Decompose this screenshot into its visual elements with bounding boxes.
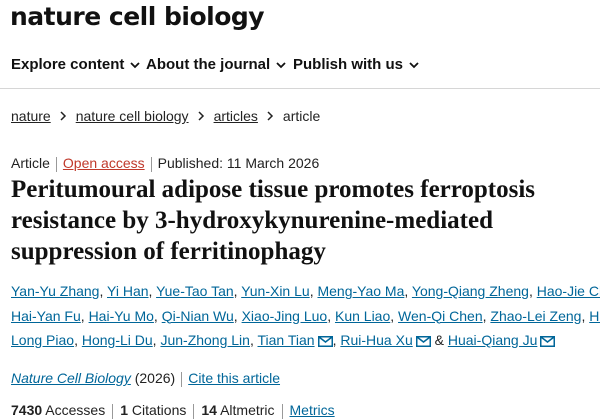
nav-publish-with-us[interactable]: Publish with us <box>293 56 419 73</box>
author-link[interactable]: Yong-Qiang Zheng <box>412 283 529 299</box>
chevron-down-icon <box>276 61 286 68</box>
chevron-right-icon <box>198 111 204 121</box>
author-link[interactable]: Yi Han <box>107 283 149 299</box>
author-link[interactable]: Qi-Nian Wu <box>162 308 234 324</box>
chevron-down-icon <box>409 61 419 68</box>
author-link[interactable]: Hai-Yan Fu <box>11 308 81 324</box>
accesses-count: 7430 <box>11 402 43 418</box>
citations-label: Citations <box>131 402 187 418</box>
title-line: resistance by 3-hydroxykynurenine-mediat… <box>11 207 493 234</box>
author-line: Yan-Yu Zhang, Yi Han, Yue-Tao Tan, Yun-X… <box>11 279 600 304</box>
nav-label: About the journal <box>146 56 271 73</box>
author-list: Yan-Yu Zhang, Yi Han, Yue-Tao Tan, Yun-X… <box>11 279 600 353</box>
altmetric-label: Altmetric <box>220 402 275 418</box>
author-link[interactable]: Meng-Yao Ma <box>317 283 404 299</box>
accesses-label: Accesses <box>45 402 106 418</box>
title-line: Peritumoural adipose tissue promotes fer… <box>11 176 536 203</box>
breadcrumb: nature nature cell biology articles article <box>11 108 320 124</box>
author-link[interactable]: Huai-Qiang Ju <box>448 332 538 348</box>
mail-icon[interactable] <box>415 336 431 347</box>
cite-this-article-link[interactable]: Cite this article <box>188 370 280 386</box>
metrics-bar: 7430 Accesses 1 Citations 14 Altmetric Metr… <box>11 402 335 419</box>
breadcrumb-nature-cell-biology[interactable]: nature cell biology <box>76 108 189 124</box>
metrics-divider <box>193 403 195 419</box>
author-link-hai-long-piao-part1[interactable]: Hai- <box>589 308 600 324</box>
meta-divider <box>55 156 57 172</box>
author-link[interactable]: Zhao-Lei Zeng <box>490 308 581 324</box>
nav-about-journal[interactable]: About the journal <box>146 56 286 73</box>
author-link[interactable]: Hao-Jie Chen <box>537 283 600 299</box>
author-link[interactable]: Xiao-Jing Luo <box>242 308 328 324</box>
open-access-link[interactable]: Open access <box>63 155 145 171</box>
journal-link[interactable]: Nature Cell Biology <box>11 370 131 386</box>
authors-and: & <box>434 332 444 348</box>
author-link[interactable]: Hong-Li Du <box>82 332 153 348</box>
citation-line: Nature Cell Biology (2026) Cite this arti… <box>11 370 280 387</box>
article-type: Article <box>11 155 50 171</box>
author-link[interactable]: Yue-Tao Tan <box>156 283 234 299</box>
title-line: suppression of ferritinophagy <box>11 238 326 265</box>
nav-explore-content[interactable]: Explore content <box>11 56 140 73</box>
article-title: Peritumoural adipose tissue promotes fer… <box>11 174 596 267</box>
author-line: Long Piao, Hong-Li Du, Jun-Zhong Lin, Ti… <box>11 328 600 353</box>
author-link[interactable]: Jun-Zhong Lin <box>160 332 250 348</box>
site-title[interactable]: nature cell biology <box>10 2 265 31</box>
author-line: Hai-Yan Fu, Hai-Yu Mo, Qi-Nian Wu, Xiao-… <box>11 304 600 329</box>
breadcrumb-articles[interactable]: articles <box>214 108 258 124</box>
altmetric-count: 14 <box>201 402 217 418</box>
author-link-hai-long-piao-part2[interactable]: Long Piao <box>11 332 74 348</box>
author-link[interactable]: Rui-Hua Xu <box>340 332 412 348</box>
chevron-right-icon <box>60 111 66 121</box>
metrics-link[interactable]: Metrics <box>290 402 335 418</box>
chevron-down-icon <box>130 61 140 68</box>
chevron-right-icon <box>267 111 273 121</box>
citation-divider <box>181 371 183 387</box>
metrics-divider <box>281 403 283 419</box>
meta-divider <box>150 156 152 172</box>
nav-label: Explore content <box>11 56 125 73</box>
breadcrumb-nature[interactable]: nature <box>11 108 51 124</box>
citation-year: (2026) <box>134 370 176 386</box>
top-navigation: Explore content About the journal Publis… <box>0 50 600 80</box>
author-link[interactable]: Yan-Yu Zhang <box>11 283 99 299</box>
author-link[interactable]: Yun-Xin Lu <box>241 283 310 299</box>
mail-icon[interactable] <box>317 336 333 347</box>
nav-label: Publish with us <box>293 56 404 73</box>
nav-divider <box>0 88 600 89</box>
article-meta: Article Open access Published: 11 March 20… <box>11 155 319 172</box>
author-link[interactable]: Wen-Qi Chen <box>398 308 483 324</box>
breadcrumb-current: article <box>282 108 321 124</box>
mail-icon[interactable] <box>540 336 556 347</box>
metrics-divider <box>112 403 114 419</box>
author-link[interactable]: Hai-Yu Mo <box>89 308 154 324</box>
published-date: Published: 11 March 2026 <box>157 155 320 171</box>
author-link[interactable]: Tian Tian <box>258 332 315 348</box>
citations-count: 1 <box>120 402 128 418</box>
author-link[interactable]: Kun Liao <box>335 308 390 324</box>
